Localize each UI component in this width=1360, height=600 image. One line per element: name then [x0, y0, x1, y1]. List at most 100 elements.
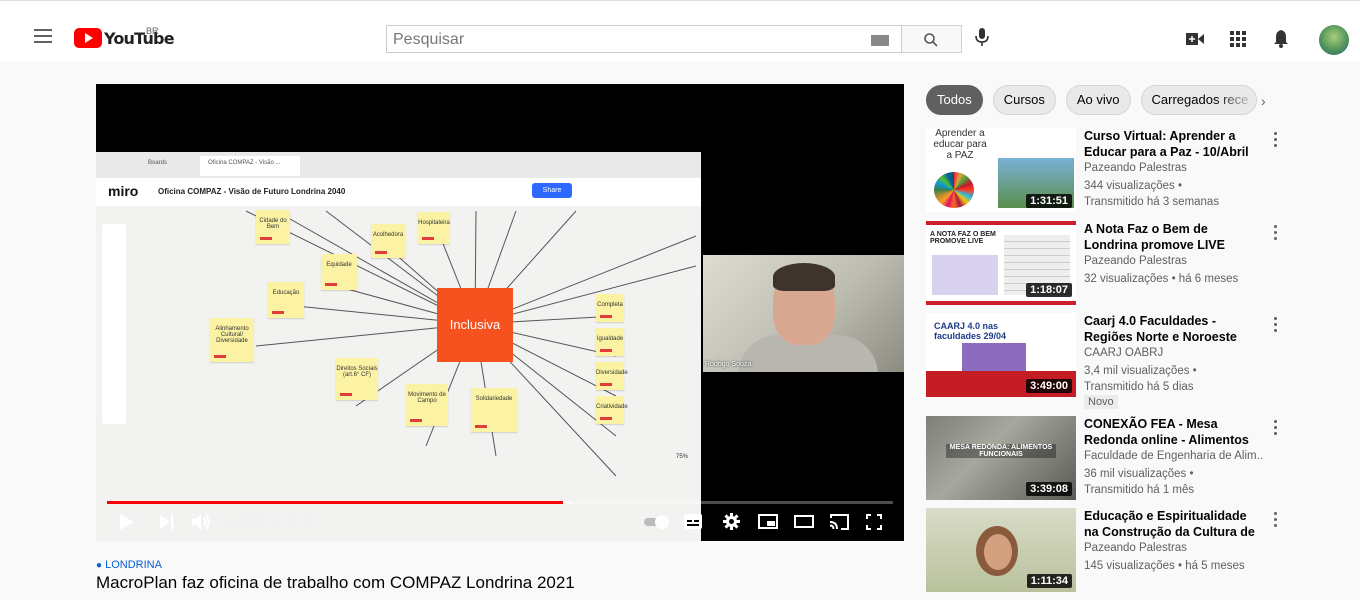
sticky-note: Acolhedora [371, 224, 405, 258]
more-actions-icon[interactable] [1274, 132, 1278, 150]
thumbnail-text: A NOTA FAZ O BEM PROMOVE LIVE [930, 231, 996, 245]
browser-tab-bar: Boards Oficina COMPAZ - Visão ... [96, 152, 701, 179]
more-actions-icon[interactable] [1274, 225, 1278, 243]
video-title: MacroPlan faz oficina de trabalho com CO… [96, 573, 575, 592]
video-duration: 3:49:00 [1026, 379, 1072, 393]
recommendation-item[interactable]: 1:11:34 Educação e Espiritualidade na Co… [926, 508, 1346, 600]
channel-name[interactable]: Pazeando Palestras [1084, 255, 1264, 267]
chip-ao-vivo[interactable]: Ao vivo [1065, 85, 1131, 115]
miro-logo: miro [108, 183, 139, 199]
video-thumbnail[interactable]: MESA REDONDA: ALIMENTOS FUNCIONAIS 3:39:… [926, 416, 1076, 500]
video-title[interactable]: A Nota Faz o Bem de Londrina promove LIV… [1084, 221, 1264, 253]
share-button: Share [532, 183, 572, 198]
video-meta: 36 mil visualizações • Transmitido há 1 m… [1084, 466, 1264, 498]
miro-board-screen: Boards Oficina COMPAZ - Visão ... miro O… [96, 152, 701, 541]
recommendation-item[interactable]: CAARJ 4.0 nas faculdades 29/04 3:49:00 C… [926, 313, 1346, 409]
create-video-icon[interactable] [1186, 33, 1204, 45]
new-badge: Novo [1084, 395, 1118, 409]
video-thumbnail[interactable]: 1:11:34 [926, 508, 1076, 592]
video-player[interactable]: Boards Oficina COMPAZ - Visão ... miro O… [96, 84, 904, 541]
sticky-note: Completa [596, 294, 624, 322]
video-title[interactable]: Curso Virtual: Aprender a Educar para a … [1084, 128, 1264, 160]
sticky-note: Criatividade [596, 396, 628, 424]
channel-name[interactable]: Pazeando Palestras [1084, 542, 1264, 554]
apps-grid-icon[interactable] [1230, 31, 1246, 47]
video-duration: 1:18:07 [1026, 283, 1072, 297]
webcam-name: Rodrigo Souza [705, 361, 752, 368]
video-thumbnail[interactable]: CAARJ 4.0 nas faculdades 29/04 3:49:00 [926, 313, 1076, 397]
avatar[interactable] [1319, 25, 1349, 55]
upload-time: Transmitido há 5 dias [1084, 381, 1194, 393]
search-input[interactable] [387, 26, 865, 54]
view-count: 3,4 mil visualizações • [1084, 365, 1197, 377]
channel-name[interactable]: Pazeando Palestras [1084, 162, 1264, 174]
more-actions-icon[interactable] [1274, 420, 1278, 438]
logo-text: YouTube [104, 28, 175, 48]
view-count: 36 mil visualizações • [1084, 468, 1194, 480]
location-label: LONDRINA [105, 559, 162, 571]
sticky-note: Educação [268, 282, 304, 318]
channel-name[interactable]: CAARJ OABRJ [1084, 347, 1264, 359]
filter-chips: Todos Cursos Ao vivo Carregados rece [926, 85, 1267, 117]
chip-carregados[interactable]: Carregados rece [1140, 85, 1257, 115]
video-meta: 32 visualizações • há 6 meses [1084, 271, 1264, 287]
upload-time: Transmitido há 1 mês [1084, 484, 1195, 496]
video-duration: 1:31:51 [1026, 194, 1072, 208]
player-controls: 1:10:55 / 2:01:29 [96, 504, 904, 541]
theater-mode-icon[interactable] [794, 515, 814, 528]
fullscreen-icon[interactable] [866, 514, 882, 530]
more-actions-icon[interactable] [1274, 317, 1278, 335]
sticky-note: Alinhamento Cultural/ Diversidade [210, 318, 254, 362]
bell-icon[interactable] [1273, 29, 1289, 48]
chevron-right-icon[interactable]: › [1261, 93, 1266, 109]
search-button[interactable] [902, 25, 962, 53]
cast-icon[interactable] [829, 514, 849, 530]
browser-tab-boards: Boards [148, 160, 168, 166]
chip-todos[interactable]: Todos [926, 85, 983, 115]
chip-cursos[interactable]: Cursos [992, 85, 1056, 115]
location-pin-icon: ● [96, 560, 103, 571]
sticky-note: Cidade do Bem [256, 210, 290, 244]
country-code: BR [146, 26, 159, 36]
location-link[interactable]: ● LONDRINA [96, 559, 162, 571]
sticky-note: Solidariedade [471, 388, 517, 432]
video-title[interactable]: Educação e Espiritualidade na Construção… [1084, 508, 1264, 540]
sticky-note: Equidade [321, 254, 357, 290]
video-thumbnail[interactable]: A NOTA FAZ O BEM PROMOVE LIVE 1:18:07 [926, 221, 1076, 305]
video-thumbnail[interactable]: Aprender a educar para a PAZ 1:31:51 [926, 128, 1076, 212]
youtube-logo[interactable]: YouTube BR [74, 26, 175, 48]
sticky-note: Igualdade [596, 328, 624, 356]
settings-gear-icon[interactable] [723, 513, 740, 530]
next-icon[interactable] [160, 515, 174, 529]
volume-icon[interactable] [192, 513, 212, 531]
channel-name[interactable]: Faculdade de Engenharia de Alim... [1084, 450, 1264, 462]
board-title: Oficina COMPAZ - Visão de Futuro Londrin… [158, 187, 346, 196]
play-icon[interactable] [120, 514, 134, 530]
thumbnail-text: MESA REDONDA: ALIMENTOS FUNCIONAIS [946, 444, 1056, 458]
autoplay-toggle-icon[interactable] [644, 515, 670, 529]
sticky-note: Hospitaleira [418, 212, 450, 244]
miniplayer-icon[interactable] [758, 514, 778, 529]
browser-tab-board: Oficina COMPAZ - Visão ... [200, 156, 300, 176]
zoom-level: 75% [676, 454, 689, 460]
time-display: 1:10:55 / 2:01:29 [224, 514, 315, 528]
miro-toolbar: miro Oficina COMPAZ - Visão de Futuro Lo… [96, 178, 701, 206]
keyboard-icon[interactable] [871, 35, 889, 46]
top-bar: YouTube BR [0, 0, 1360, 61]
video-title[interactable]: Caarj 4.0 Faculdades - Regiões Norte e N… [1084, 313, 1264, 345]
view-count: 344 visualizações • [1084, 180, 1182, 192]
video-title[interactable]: CONEXÃO FEA - Mesa Redonda online - Alim… [1084, 416, 1264, 448]
mic-icon[interactable] [974, 27, 990, 47]
search-icon [924, 33, 938, 47]
recommendation-item[interactable]: MESA REDONDA: ALIMENTOS FUNCIONAIS 3:39:… [926, 416, 1346, 508]
recommendation-item[interactable]: Aprender a educar para a PAZ 1:31:51 Cur… [926, 128, 1346, 220]
more-actions-icon[interactable] [1274, 512, 1278, 530]
video-meta: 344 visualizações • Transmitido há 3 sema… [1084, 178, 1264, 210]
youtube-play-icon [74, 28, 102, 48]
thumbnail-text: Aprender a educar para a PAZ [933, 128, 987, 161]
subtitles-icon[interactable] [684, 514, 702, 529]
menu-icon[interactable] [34, 29, 52, 43]
recommendation-item[interactable]: A NOTA FAZ O BEM PROMOVE LIVE 1:18:07 A … [926, 221, 1346, 313]
video-duration: 3:39:08 [1026, 482, 1072, 496]
view-count: 32 visualizações • há 6 meses [1084, 273, 1239, 285]
